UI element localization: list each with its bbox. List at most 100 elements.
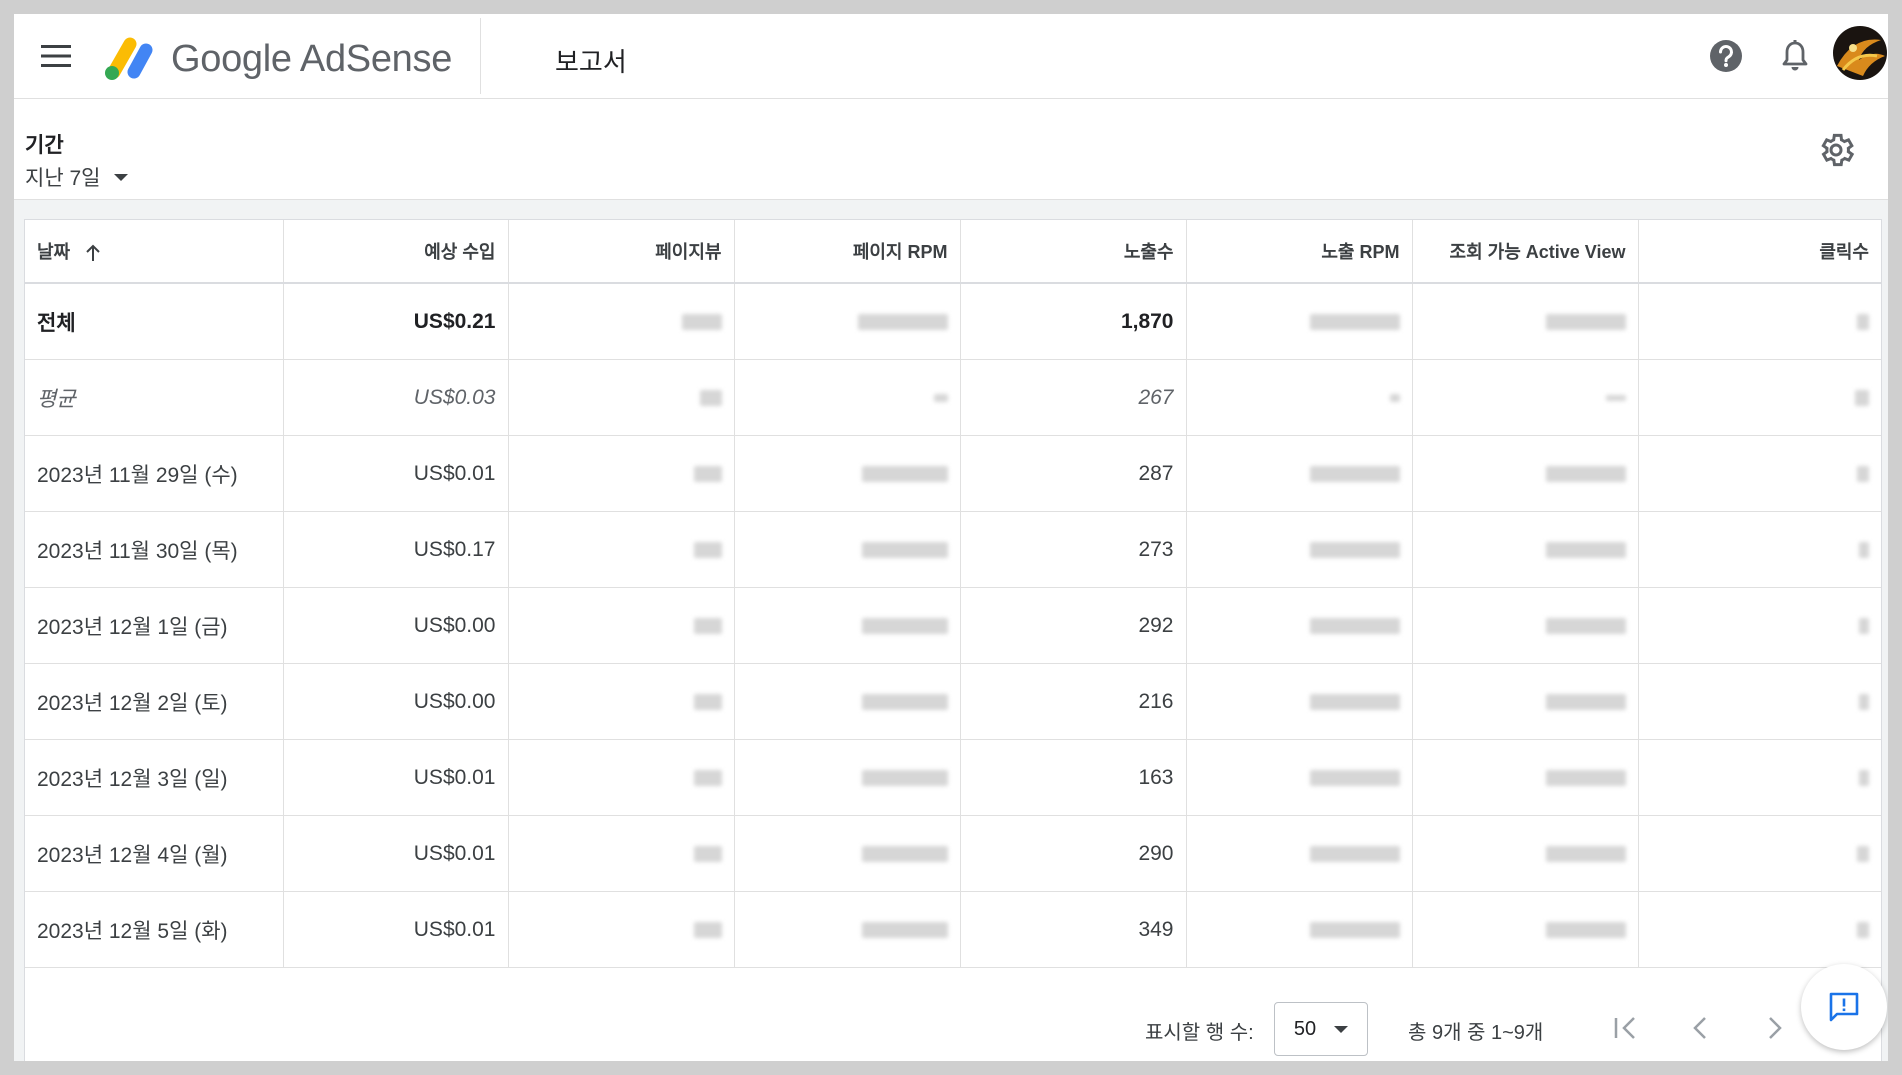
redacted-value [1309,693,1400,710]
feedback-button[interactable] [1801,964,1887,1050]
redacted-value [1545,769,1626,786]
column-header-clicks[interactable]: 클릭수 [1638,220,1881,284]
logo-text: Google AdSense [171,38,453,80]
column-header-date[interactable]: 날짜 [25,220,284,284]
redacted-cell [734,283,961,360]
redacted-value [693,921,722,938]
redacted-cell [508,739,735,816]
redacted-cell [734,435,961,512]
chevron-right-icon [1769,1017,1782,1039]
table-pagination: 표시할 행 수: 50 총 9개 중 1~9개 [25,988,1881,1061]
redacted-cell [734,815,961,892]
redacted-value [861,921,948,938]
redacted-value [681,313,722,330]
redacted-cell [1412,891,1639,968]
redacted-cell [1186,511,1413,588]
redacted-cell [508,511,735,588]
dropdown-caret-icon [114,173,129,181]
menu-button[interactable] [34,34,78,78]
redacted-cell [1412,359,1639,436]
table-row: 2023년 12월 4일 (월) US$0.01 290 [25,815,1881,892]
redacted-cell [1638,435,1881,512]
page-title: 보고서 [555,47,627,77]
column-header-impressions[interactable]: 노출수 [960,220,1187,284]
redacted-value [1857,465,1869,482]
column-header-earnings[interactable]: 예상 수입 [283,220,509,284]
redacted-value [1857,313,1869,330]
column-header-page-rpm[interactable]: 페이지 RPM [734,220,961,284]
avatar[interactable] [1833,26,1887,80]
table-row-average: 평균 US$0.03 267 [25,359,1881,436]
redacted-value [1309,465,1400,482]
earnings-cell: US$0.21 [283,283,509,360]
redacted-cell [1638,815,1881,892]
date-cell: 평균 [25,359,284,436]
earnings-cell: US$0.00 [283,663,509,740]
period-dropdown[interactable]: 지난 7일 [25,162,129,192]
date-cell: 2023년 12월 1일 (금) [25,587,284,664]
redacted-cell [1186,283,1413,360]
redacted-cell [1638,663,1881,740]
redacted-value [1859,617,1869,634]
redacted-cell [1412,587,1639,664]
redacted-cell [508,891,735,968]
redacted-value [861,769,948,786]
redacted-cell [734,511,961,588]
redacted-value [1859,541,1869,558]
redacted-cell [1412,283,1639,360]
earnings-cell: US$0.01 [283,891,509,968]
help-button[interactable] [1706,36,1746,76]
redacted-cell [1186,435,1413,512]
redacted-cell [1412,739,1639,816]
rows-per-page-label: 표시할 행 수: [1145,1022,1254,1044]
previous-page-button[interactable] [1680,1008,1720,1048]
first-page-button[interactable] [1605,1008,1645,1048]
redacted-cell [508,663,735,740]
redacted-value [1389,393,1400,402]
impressions-cell: 273 [960,511,1187,588]
redacted-value [1545,313,1626,330]
redacted-cell [1638,283,1881,360]
redacted-cell [734,663,961,740]
redacted-cell [734,891,961,968]
redacted-value [1545,693,1626,710]
date-cell: 2023년 11월 29일 (수) [25,435,284,512]
date-cell: 2023년 12월 5일 (화) [25,891,284,968]
impressions-cell: 267 [960,359,1187,436]
pagination-range: 총 9개 중 1~9개 [1408,1022,1544,1044]
impressions-cell: 349 [960,891,1187,968]
earnings-cell: US$0.01 [283,739,509,816]
redacted-value [693,617,722,634]
rows-per-page-select[interactable]: 50 [1274,1002,1368,1056]
table-row: 2023년 12월 5일 (화) US$0.01 349 [25,891,1881,968]
next-page-button[interactable] [1755,1008,1795,1048]
redacted-cell [1186,359,1413,436]
top-app-bar: Google AdSense 보고서 [14,14,1888,99]
redacted-cell [508,359,735,436]
filter-bar: 기간 지난 7일 [14,99,1888,200]
column-header-pageviews[interactable]: 페이지뷰 [508,220,735,284]
redacted-cell [508,435,735,512]
redacted-value [1605,394,1626,401]
earnings-cell: US$0.01 [283,815,509,892]
date-cell: 2023년 12월 4일 (월) [25,815,284,892]
redacted-value [861,617,948,634]
redacted-value [1309,541,1400,558]
column-header-impression-rpm[interactable]: 노출 RPM [1186,220,1413,284]
redacted-value [693,465,722,482]
sort-ascending-icon [86,244,100,262]
redacted-value [1857,921,1869,938]
first-page-icon [1614,1017,1635,1039]
table-row: 2023년 12월 3일 (일) US$0.01 163 [25,739,1881,816]
notifications-button[interactable] [1775,36,1815,76]
redacted-value [1859,769,1869,786]
earnings-cell: US$0.17 [283,511,509,588]
redacted-value [1857,845,1869,862]
redacted-value [1545,845,1626,862]
settings-button[interactable] [1816,130,1856,170]
redacted-value [861,845,948,862]
earnings-cell: US$0.03 [283,359,509,436]
column-header-active-view[interactable]: 조회 가능 Active View [1412,220,1639,284]
redacted-value [861,541,948,558]
redacted-value [1309,313,1400,330]
